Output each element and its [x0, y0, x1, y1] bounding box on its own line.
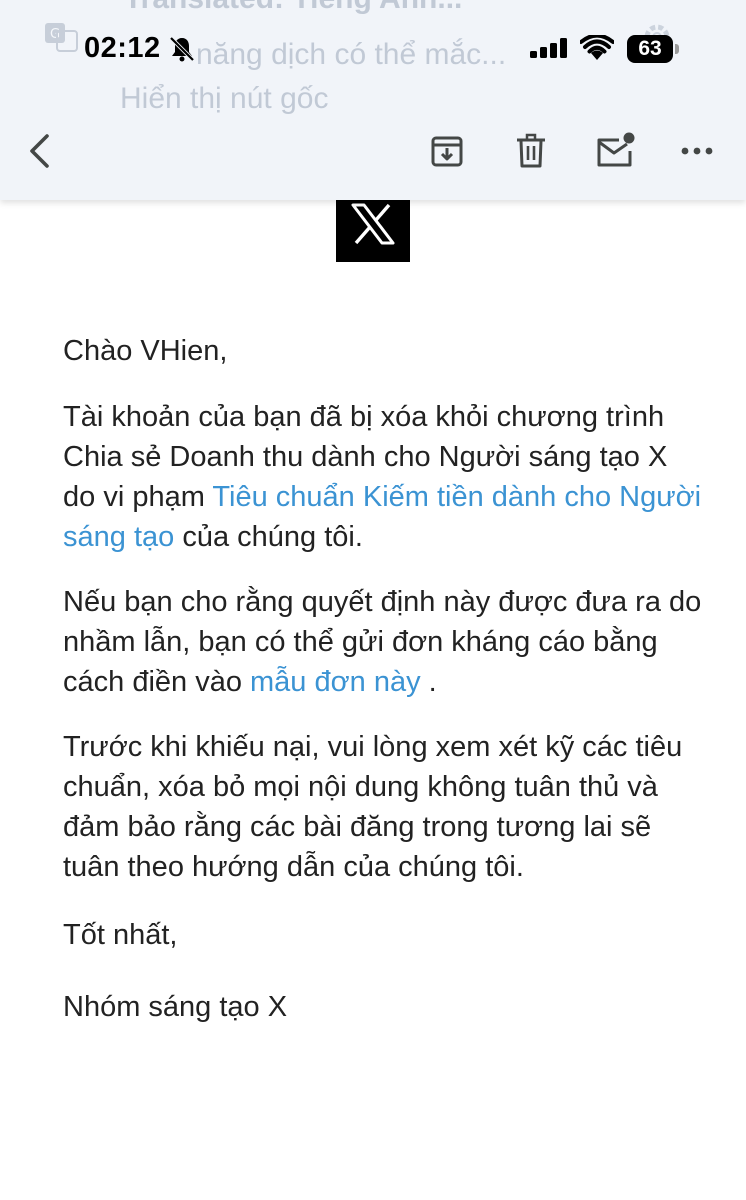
delete-button[interactable] [510, 130, 552, 172]
battery-level: 63 [638, 37, 662, 60]
email-signature: Nhóm sáng tạo X [63, 991, 288, 1023]
paragraph-text: của chúng tôi. [174, 521, 363, 553]
email-app-header: G Translated: Tiếng Anh... năng dịch có … [0, 0, 746, 200]
x-logo-icon [351, 203, 395, 245]
battery-nub [675, 44, 679, 54]
translation-banner-note: năng dịch có thể mắc... [196, 38, 507, 71]
wifi-icon [580, 35, 614, 60]
more-options-button[interactable] [676, 130, 718, 172]
translation-banner-title: Translated: Tiếng Anh... [124, 0, 462, 16]
bell-off-icon [169, 36, 195, 62]
mail-unread-icon [597, 132, 635, 167]
email-greeting: Chào VHien, [63, 335, 228, 367]
more-horizontal-icon [681, 147, 713, 155]
email-body: Chào VHien, Tài khoản của bạn đã bị xóa … [63, 331, 703, 1027]
mark-unread-button[interactable] [592, 130, 638, 172]
status-time: 02:12 [84, 32, 161, 64]
paragraph-text: . [420, 666, 437, 698]
cellular-signal-icon [530, 38, 567, 58]
battery-indicator: 63 [627, 35, 673, 63]
email-paragraph-appeal: Nếu bạn cho rằng quyết định này được đưa… [63, 582, 703, 702]
archive-button[interactable] [426, 130, 468, 172]
email-paragraph-removal: Tài khoản của bạn đã bị xóa khỏi chương … [63, 397, 703, 557]
translate-icon: G [45, 23, 78, 52]
email-closing: Tốt nhất, [63, 919, 178, 951]
chevron-left-icon [30, 134, 49, 168]
email-paragraph-guidance: Trước khi khiếu nại, vui lòng xem xét kỹ… [63, 731, 683, 883]
show-original-link[interactable]: Hiển thị nút gốc [120, 82, 328, 116]
trash-icon [517, 133, 545, 168]
back-button[interactable] [18, 128, 62, 174]
appeal-form-link[interactable]: mẫu đơn này [250, 666, 421, 698]
svg-text:G: G [50, 27, 60, 42]
archive-icon [431, 136, 463, 167]
